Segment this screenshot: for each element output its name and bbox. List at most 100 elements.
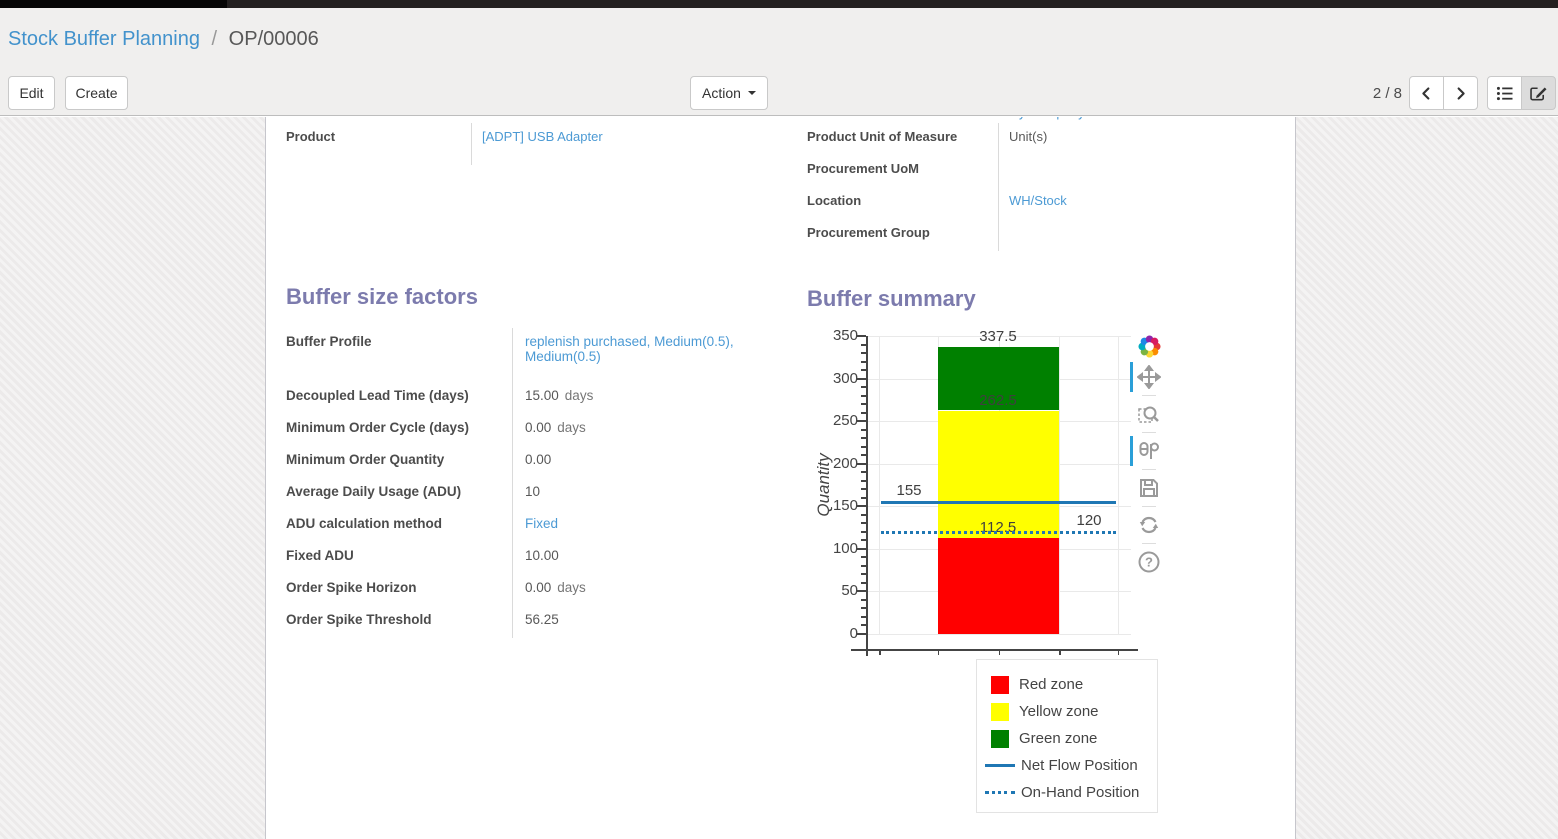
- field-value-decoupled-lead-time-days: 15.00days: [512, 382, 774, 414]
- bar-value-label: 262.5: [963, 391, 1033, 411]
- hover-compare-icon[interactable]: [1137, 436, 1161, 466]
- y-tick-label: 300: [814, 370, 858, 388]
- field-label-order-spike-threshold: Order Spike Threshold: [286, 606, 512, 638]
- field-group-product: Product [ADPT] USB Adapter: [286, 123, 764, 165]
- breadcrumb: Stock Buffer Planning / OP/00006: [8, 28, 319, 51]
- pager-prev-button[interactable]: [1409, 76, 1444, 110]
- field-value-order-spike-threshold: 56.25: [512, 606, 774, 638]
- field-row-procurement-group: Procurement Group: [807, 219, 1277, 251]
- field-row-procurement-uom: Procurement UoM: [807, 155, 1277, 187]
- form-view-button[interactable]: [1521, 76, 1556, 110]
- y-tick-label: 50: [814, 582, 858, 600]
- field-row-product-unit-of-measure: Product Unit of Measure Unit(s): [807, 123, 1277, 155]
- list-view-button[interactable]: [1487, 76, 1522, 110]
- y-axis-title: Quantity: [814, 415, 834, 555]
- view-switcher: [1487, 76, 1556, 110]
- field-row-buffer-profile: Buffer Profilereplenish purchased, Mediu…: [286, 328, 796, 382]
- y-tick-label: 350: [814, 327, 858, 345]
- edit-button[interactable]: Edit: [8, 76, 55, 110]
- field-row-minimum-order-cycle-days: Minimum Order Cycle (days)0.00days: [286, 414, 796, 446]
- save-icon[interactable]: [1137, 473, 1161, 503]
- field-link-product[interactable]: [ADPT] USB Adapter: [482, 129, 603, 144]
- field-text-product-unit-of-measure: Unit(s): [1009, 129, 1047, 144]
- field-unit-order-spike-horizon: days: [551, 580, 586, 595]
- field-link-adu-calculation-method[interactable]: Fixed: [525, 516, 558, 531]
- svg-text:?: ?: [1145, 555, 1153, 570]
- field-row-fixed-adu: Fixed ADU 10.00: [286, 542, 796, 574]
- chart-legend: Red zone Yellow zone Green zone Net Flow Po…: [976, 659, 1158, 813]
- chevron-left-icon: [1419, 86, 1434, 101]
- zoom-box-icon[interactable]: [1137, 399, 1161, 429]
- field-row-decoupled-lead-time-days: Decoupled Lead Time (days)15.00days: [286, 382, 796, 414]
- reset-icon[interactable]: [1137, 510, 1161, 540]
- pager-next-button[interactable]: [1443, 76, 1478, 110]
- field-text-decoupled-lead-time-days: 15.00: [525, 388, 559, 403]
- legend-item-green-zone[interactable]: Green zone: [977, 725, 1157, 752]
- modebar-divider: [1142, 469, 1156, 470]
- field-unit-decoupled-lead-time-days: days: [559, 388, 594, 403]
- field-row-average-daily-usage-adu: Average Daily Usage (ADU)10: [286, 478, 796, 510]
- gridline-v: [1059, 336, 1060, 634]
- field-label-decoupled-lead-time-days: Decoupled Lead Time (days): [286, 382, 512, 414]
- field-label-product: Product: [286, 123, 471, 165]
- red-zone-bar: [938, 538, 1059, 634]
- field-value-minimum-order-quantity: 0.00: [512, 446, 774, 478]
- gridline-h: [866, 634, 1131, 635]
- y-axis-tick: [857, 590, 866, 592]
- field-label-product-unit-of-measure: Product Unit of Measure: [807, 123, 998, 155]
- top-menu-active-segment: [0, 0, 227, 8]
- y-axis-tick: [857, 633, 866, 635]
- field-label-procurement-group: Procurement Group: [807, 219, 998, 251]
- field-value-order-spike-horizon: 0.00days: [512, 574, 774, 606]
- line-value-label: 120: [1054, 511, 1124, 531]
- field-row-order-spike-horizon: Order Spike Horizon0.00days: [286, 574, 796, 606]
- yellow-zone-swatch: [991, 703, 1009, 721]
- section-title-buffer-summary: Buffer summary: [807, 286, 976, 312]
- field-row-location: Location WH/Stock: [807, 187, 1277, 219]
- field-value-adu-calculation-method: Fixed: [512, 510, 774, 542]
- action-dropdown-button[interactable]: Action: [690, 76, 768, 110]
- odoo-app-window: Stock Buffer Planning / OP/00006 Edit Cr…: [0, 0, 1558, 839]
- field-label-location: Location: [807, 187, 998, 219]
- field-label-fixed-adu: Fixed ADU: [286, 542, 512, 574]
- line-value-label: 155: [874, 481, 944, 501]
- field-link-location[interactable]: WH/Stock: [1009, 193, 1067, 208]
- net-flow-position-line: [881, 501, 1116, 504]
- plotly-logo-icon[interactable]: [1137, 331, 1162, 362]
- legend-item-on-hand-position[interactable]: On-Hand Position: [977, 779, 1157, 806]
- legend-label-yellow-zone: Yellow zone: [1019, 703, 1099, 720]
- content-background: My Company Product [ADPT] USB Adapter Pro…: [0, 117, 1558, 839]
- section-title-buffer-factors: Buffer size factors: [286, 284, 478, 310]
- create-button[interactable]: Create: [65, 76, 128, 110]
- field-value-product: [ADPT] USB Adapter: [471, 123, 764, 165]
- legend-label-on-hand-position: On-Hand Position: [1021, 784, 1139, 801]
- modebar-divider: [1142, 395, 1156, 396]
- legend-item-net-flow-position[interactable]: Net Flow Position: [977, 752, 1157, 779]
- chevron-right-icon: [1453, 86, 1468, 101]
- pan-icon[interactable]: [1137, 362, 1161, 392]
- field-text-average-daily-usage-adu: 10: [525, 484, 540, 499]
- field-link-buffer-profile[interactable]: replenish purchased, Medium(0.5), Medium…: [525, 334, 734, 364]
- company-link: My Company: [1008, 117, 1148, 120]
- field-value-average-daily-usage-adu: 10: [512, 478, 774, 510]
- pager-nav: [1409, 76, 1478, 110]
- list-icon: [1496, 86, 1514, 101]
- legend-item-red-zone[interactable]: Red zone: [977, 671, 1157, 698]
- y-axis-line: [866, 336, 868, 656]
- modebar-divider: [1142, 543, 1156, 544]
- bar-value-label: 337.5: [963, 327, 1033, 347]
- y-axis-tick: [857, 548, 866, 550]
- breadcrumb-parent-link[interactable]: Stock Buffer Planning: [8, 28, 200, 50]
- control-panel: Stock Buffer Planning / OP/00006 Edit Cr…: [0, 8, 1558, 116]
- on-hand-position-swatch: [985, 791, 1015, 794]
- legend-item-yellow-zone[interactable]: Yellow zone: [977, 698, 1157, 725]
- caret-down-icon: [748, 91, 756, 95]
- field-text-fixed-adu: 10.00: [525, 548, 559, 563]
- pager-count: 2 / 8: [1373, 85, 1402, 102]
- help-icon[interactable]: ?: [1137, 547, 1161, 577]
- y-tick-label: 0: [814, 625, 858, 643]
- green-zone-swatch: [991, 730, 1009, 748]
- field-text-order-spike-horizon: 0.00: [525, 580, 551, 595]
- legend-label-net-flow-position: Net Flow Position: [1021, 757, 1138, 774]
- field-label-minimum-order-cycle-days: Minimum Order Cycle (days): [286, 414, 512, 446]
